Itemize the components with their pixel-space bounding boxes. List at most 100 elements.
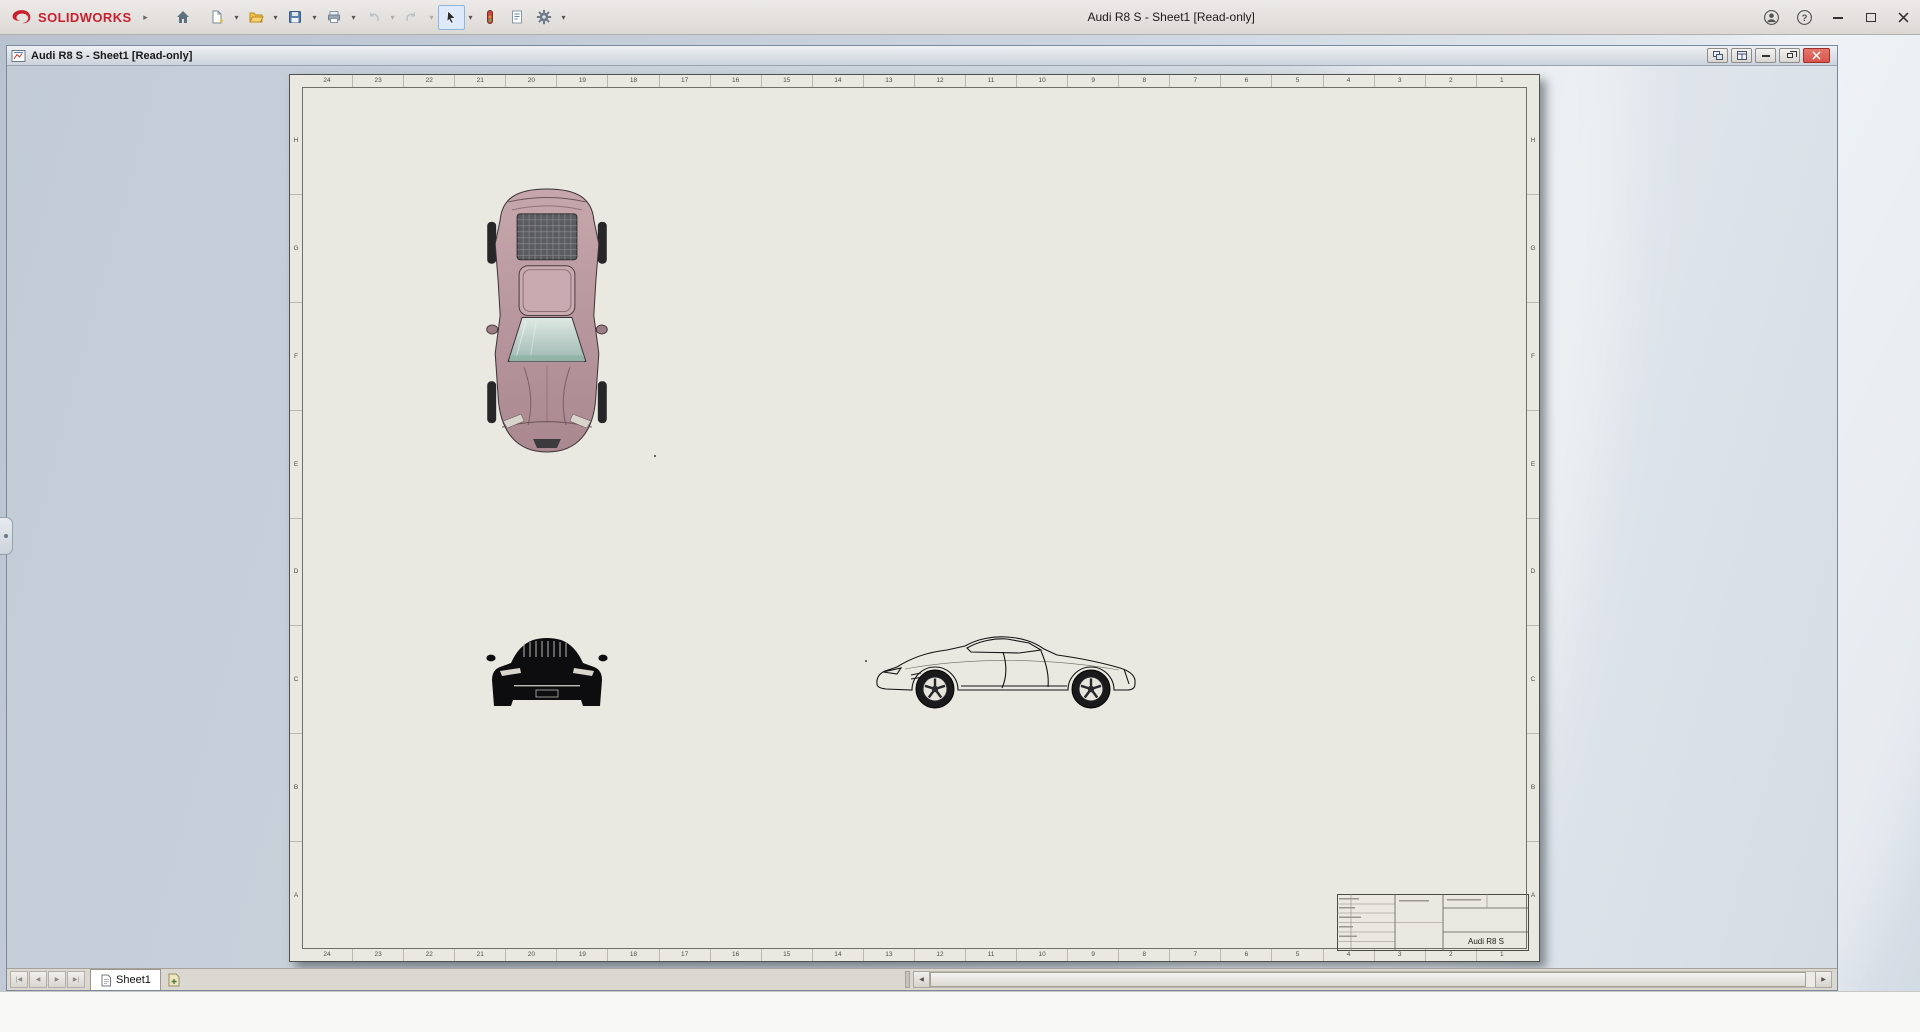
document-minimize-button[interactable]	[1755, 48, 1776, 63]
new-dropdown-arrow[interactable]: ▾	[231, 5, 243, 30]
horizontal-scrollbar[interactable]: ◀ ▶	[913, 971, 1832, 988]
open-folder-icon	[249, 12, 264, 23]
gear-icon	[536, 9, 552, 25]
zone-label: 22	[403, 75, 454, 87]
drawing-view-top[interactable]	[486, 186, 608, 455]
drawing-view-front[interactable]	[486, 633, 608, 710]
sheet-tab-bar: |◀ ◀ ▶ ▶| Sheet1 ◀ ▶	[7, 968, 1837, 990]
zone-label: H	[1530, 136, 1536, 144]
help-button[interactable]: ?	[1788, 0, 1821, 35]
document-close-button[interactable]	[1803, 48, 1830, 63]
zone-label: 15	[760, 949, 812, 961]
zone-label: 6	[1220, 949, 1271, 961]
open-button[interactable]	[243, 5, 270, 30]
close-button[interactable]	[1887, 0, 1920, 35]
zone-label: 11	[965, 75, 1016, 87]
maximize-button[interactable]	[1854, 0, 1887, 35]
help-icon: ?	[1797, 10, 1812, 25]
zone-label: G	[290, 193, 302, 302]
car-side-view-graphic	[876, 636, 1136, 709]
next-sheet-button[interactable]: ▶	[48, 971, 66, 988]
sheet-icon	[101, 974, 111, 986]
select-dropdown-arrow[interactable]: ▾	[465, 5, 477, 30]
file-properties-button[interactable]	[504, 5, 531, 30]
zone-label: A	[290, 841, 302, 949]
select-tool-button[interactable]	[437, 4, 465, 30]
undo-icon	[370, 12, 379, 22]
window-arrange-button-1[interactable]	[1707, 48, 1728, 63]
tile-windows-icon	[1712, 51, 1723, 60]
graphics-area[interactable]: 24 23 22 21 20 19 18 17 16 15 14 13 12 11 10 9 8 7 6 5 4 3 2 1 …	[7, 66, 1837, 968]
zone-label: 5	[1271, 949, 1322, 961]
zone-label: D	[290, 517, 302, 626]
zone-label: 4	[1322, 75, 1374, 87]
zone-ruler-left: H GFEDCBA	[290, 87, 302, 949]
previous-sheet-button[interactable]: ◀	[29, 971, 47, 988]
print-button[interactable]	[321, 5, 348, 30]
zone-label: 23	[352, 75, 403, 87]
window-arrange-button-2[interactable]	[1731, 48, 1752, 63]
add-sheet-button[interactable]	[163, 971, 185, 988]
undo-button[interactable]	[360, 5, 387, 30]
print-dropdown-arrow[interactable]: ▾	[348, 5, 360, 30]
zone-label: 23	[352, 949, 403, 961]
tab-scrollbar-splitter[interactable]	[905, 971, 910, 988]
zone-label: 16	[709, 949, 761, 961]
undo-dropdown-arrow[interactable]: ▾	[387, 5, 399, 30]
scroll-right-button[interactable]: ▶	[1815, 971, 1832, 988]
file-properties-icon	[512, 10, 523, 24]
home-icon	[177, 11, 190, 23]
title-block-drawing-name: Audi R8 S	[1468, 937, 1504, 946]
zone-label: H	[293, 136, 299, 144]
zone-label: 19	[556, 75, 607, 87]
zone-label: B	[1527, 733, 1539, 841]
print-icon	[328, 11, 341, 23]
save-button[interactable]	[282, 5, 309, 30]
ds-logo-icon	[12, 9, 31, 23]
front-wheel	[915, 669, 955, 709]
document-restore-button[interactable]	[1779, 48, 1800, 63]
zone-label: 5	[1271, 75, 1322, 87]
new-document-button[interactable]	[204, 5, 231, 30]
maximize-icon	[1865, 13, 1876, 22]
redo-dropdown-arrow[interactable]: ▾	[426, 5, 438, 30]
options-button[interactable]	[531, 5, 558, 30]
document-titlebar[interactable]: Audi R8 S - Sheet1 [Read-only]	[7, 46, 1837, 66]
rebuild-traffic-light-icon	[487, 10, 494, 24]
drawing-file-icon	[11, 49, 26, 62]
zone-label: 7	[1169, 75, 1220, 87]
toolbar-flyout-arrow[interactable]: ▸	[138, 12, 154, 23]
zone-label: 9	[1067, 75, 1118, 87]
rebuild-button[interactable]	[477, 5, 504, 30]
zone-label: E	[290, 409, 302, 518]
zone-label: F	[1527, 301, 1539, 410]
zone-ruler-top: 24 23 22 21 20 19 18 17 16 15 14 13 12 11 10 9 8 7 6 5 4 3 2 1	[302, 75, 1527, 87]
scroll-left-button[interactable]: ◀	[913, 971, 930, 988]
drawing-sheet[interactable]: 24 23 22 21 20 19 18 17 16 15 14 13 12 11 10 9 8 7 6 5 4 3 2 1 …	[289, 74, 1540, 962]
save-dropdown-arrow[interactable]: ▾	[309, 5, 321, 30]
open-dropdown-arrow[interactable]: ▾	[270, 5, 282, 30]
zone-label: 12	[913, 75, 965, 87]
last-sheet-button[interactable]: ▶|	[67, 971, 85, 988]
zone-label: 14	[811, 75, 863, 87]
minimize-button[interactable]	[1821, 0, 1854, 35]
zone-label: 21	[454, 949, 505, 961]
zone-label: D	[1527, 517, 1539, 626]
select-cursor-icon	[446, 10, 456, 24]
account-button[interactable]	[1755, 0, 1788, 35]
options-dropdown-arrow[interactable]: ▾	[558, 5, 570, 30]
app-window-controls: ?	[1755, 0, 1920, 35]
zone-label: G	[1527, 193, 1539, 302]
zone-label: 13	[862, 949, 914, 961]
scrollbar-thumb[interactable]	[930, 972, 1807, 987]
drawing-view-side[interactable]	[871, 627, 1147, 712]
add-sheet-icon	[168, 973, 180, 986]
home-button[interactable]	[170, 5, 197, 30]
first-sheet-button[interactable]: |◀	[10, 971, 28, 988]
status-bar	[0, 991, 1920, 1032]
tab-sheet1[interactable]: Sheet1	[90, 969, 161, 990]
scrollbar-track[interactable]	[930, 971, 1815, 988]
title-block[interactable]: Audi R8 S	[1337, 894, 1529, 951]
featuremanager-collapsed-handle[interactable]	[0, 517, 13, 555]
redo-button[interactable]	[399, 5, 426, 30]
